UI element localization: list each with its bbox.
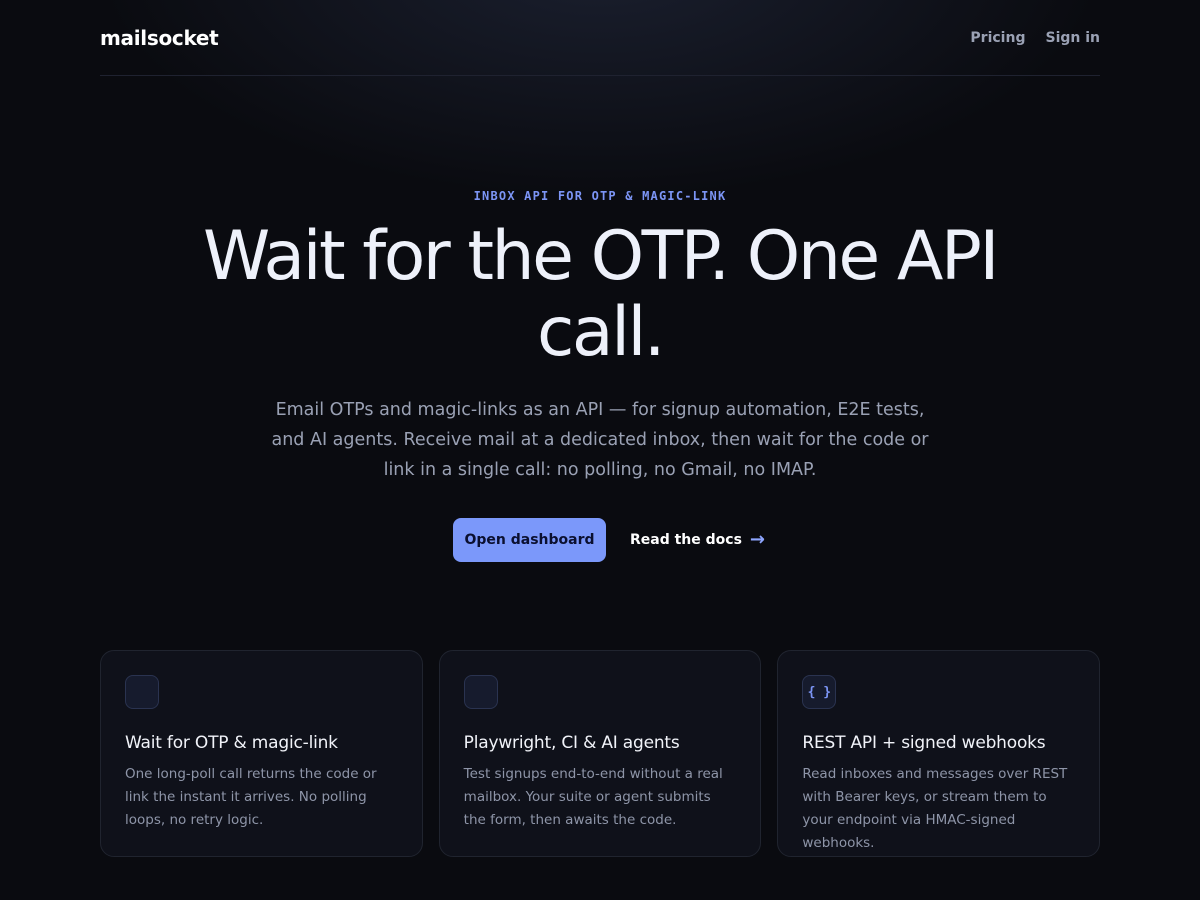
read-docs-link[interactable]: Read the docs → bbox=[630, 531, 765, 549]
feature-card-otp: Wait for OTP & magic-link One long-poll … bbox=[100, 650, 423, 857]
hero-headline: Wait for the OTP. One API call. bbox=[203, 217, 999, 372]
nav-link-sign-in[interactable]: Sign in bbox=[1045, 30, 1100, 46]
brand-logo[interactable]: mailsocket bbox=[100, 26, 219, 50]
cta-row: Open dashboard Read the docs → bbox=[453, 518, 765, 562]
blank-icon bbox=[125, 675, 159, 709]
feature-cards: Wait for OTP & magic-link One long-poll … bbox=[100, 650, 1101, 859]
top-nav: Pricing Sign in bbox=[970, 30, 1100, 46]
feature-title: REST API + signed webhooks bbox=[802, 733, 1046, 753]
feature-description: Test signups end-to-end without a real m… bbox=[463, 766, 723, 828]
read-docs-label: Read the docs bbox=[630, 532, 742, 548]
arrow-right-icon: → bbox=[749, 529, 766, 550]
feature-title: Wait for OTP & magic-link bbox=[125, 733, 338, 753]
feature-description: One long-poll call returns the code or l… bbox=[125, 766, 377, 828]
feature-card-agents: Playwright, CI & AI agents Test signups … bbox=[438, 650, 762, 857]
hero-eyebrow: INBOX API FOR OTP & MAGIC-LINK bbox=[473, 189, 727, 203]
hero-subtitle: Email OTPs and magic-links as an API — f… bbox=[271, 400, 929, 480]
landing-page: mailsocket Pricing Sign in INBOX API FOR… bbox=[0, 0, 1200, 900]
feature-description: Read inboxes and messages over REST with… bbox=[802, 766, 1068, 851]
feature-card-rest-api: { } REST API + signed webhooks Read inbo… bbox=[777, 650, 1101, 857]
code-braces-icon: { } bbox=[802, 675, 837, 709]
feature-title: Playwright, CI & AI agents bbox=[463, 733, 680, 753]
site-header: mailsocket Pricing Sign in bbox=[100, 0, 1100, 76]
blank-icon bbox=[463, 675, 498, 709]
nav-link-pricing[interactable]: Pricing bbox=[970, 30, 1025, 46]
open-dashboard-button[interactable]: Open dashboard bbox=[453, 518, 606, 562]
